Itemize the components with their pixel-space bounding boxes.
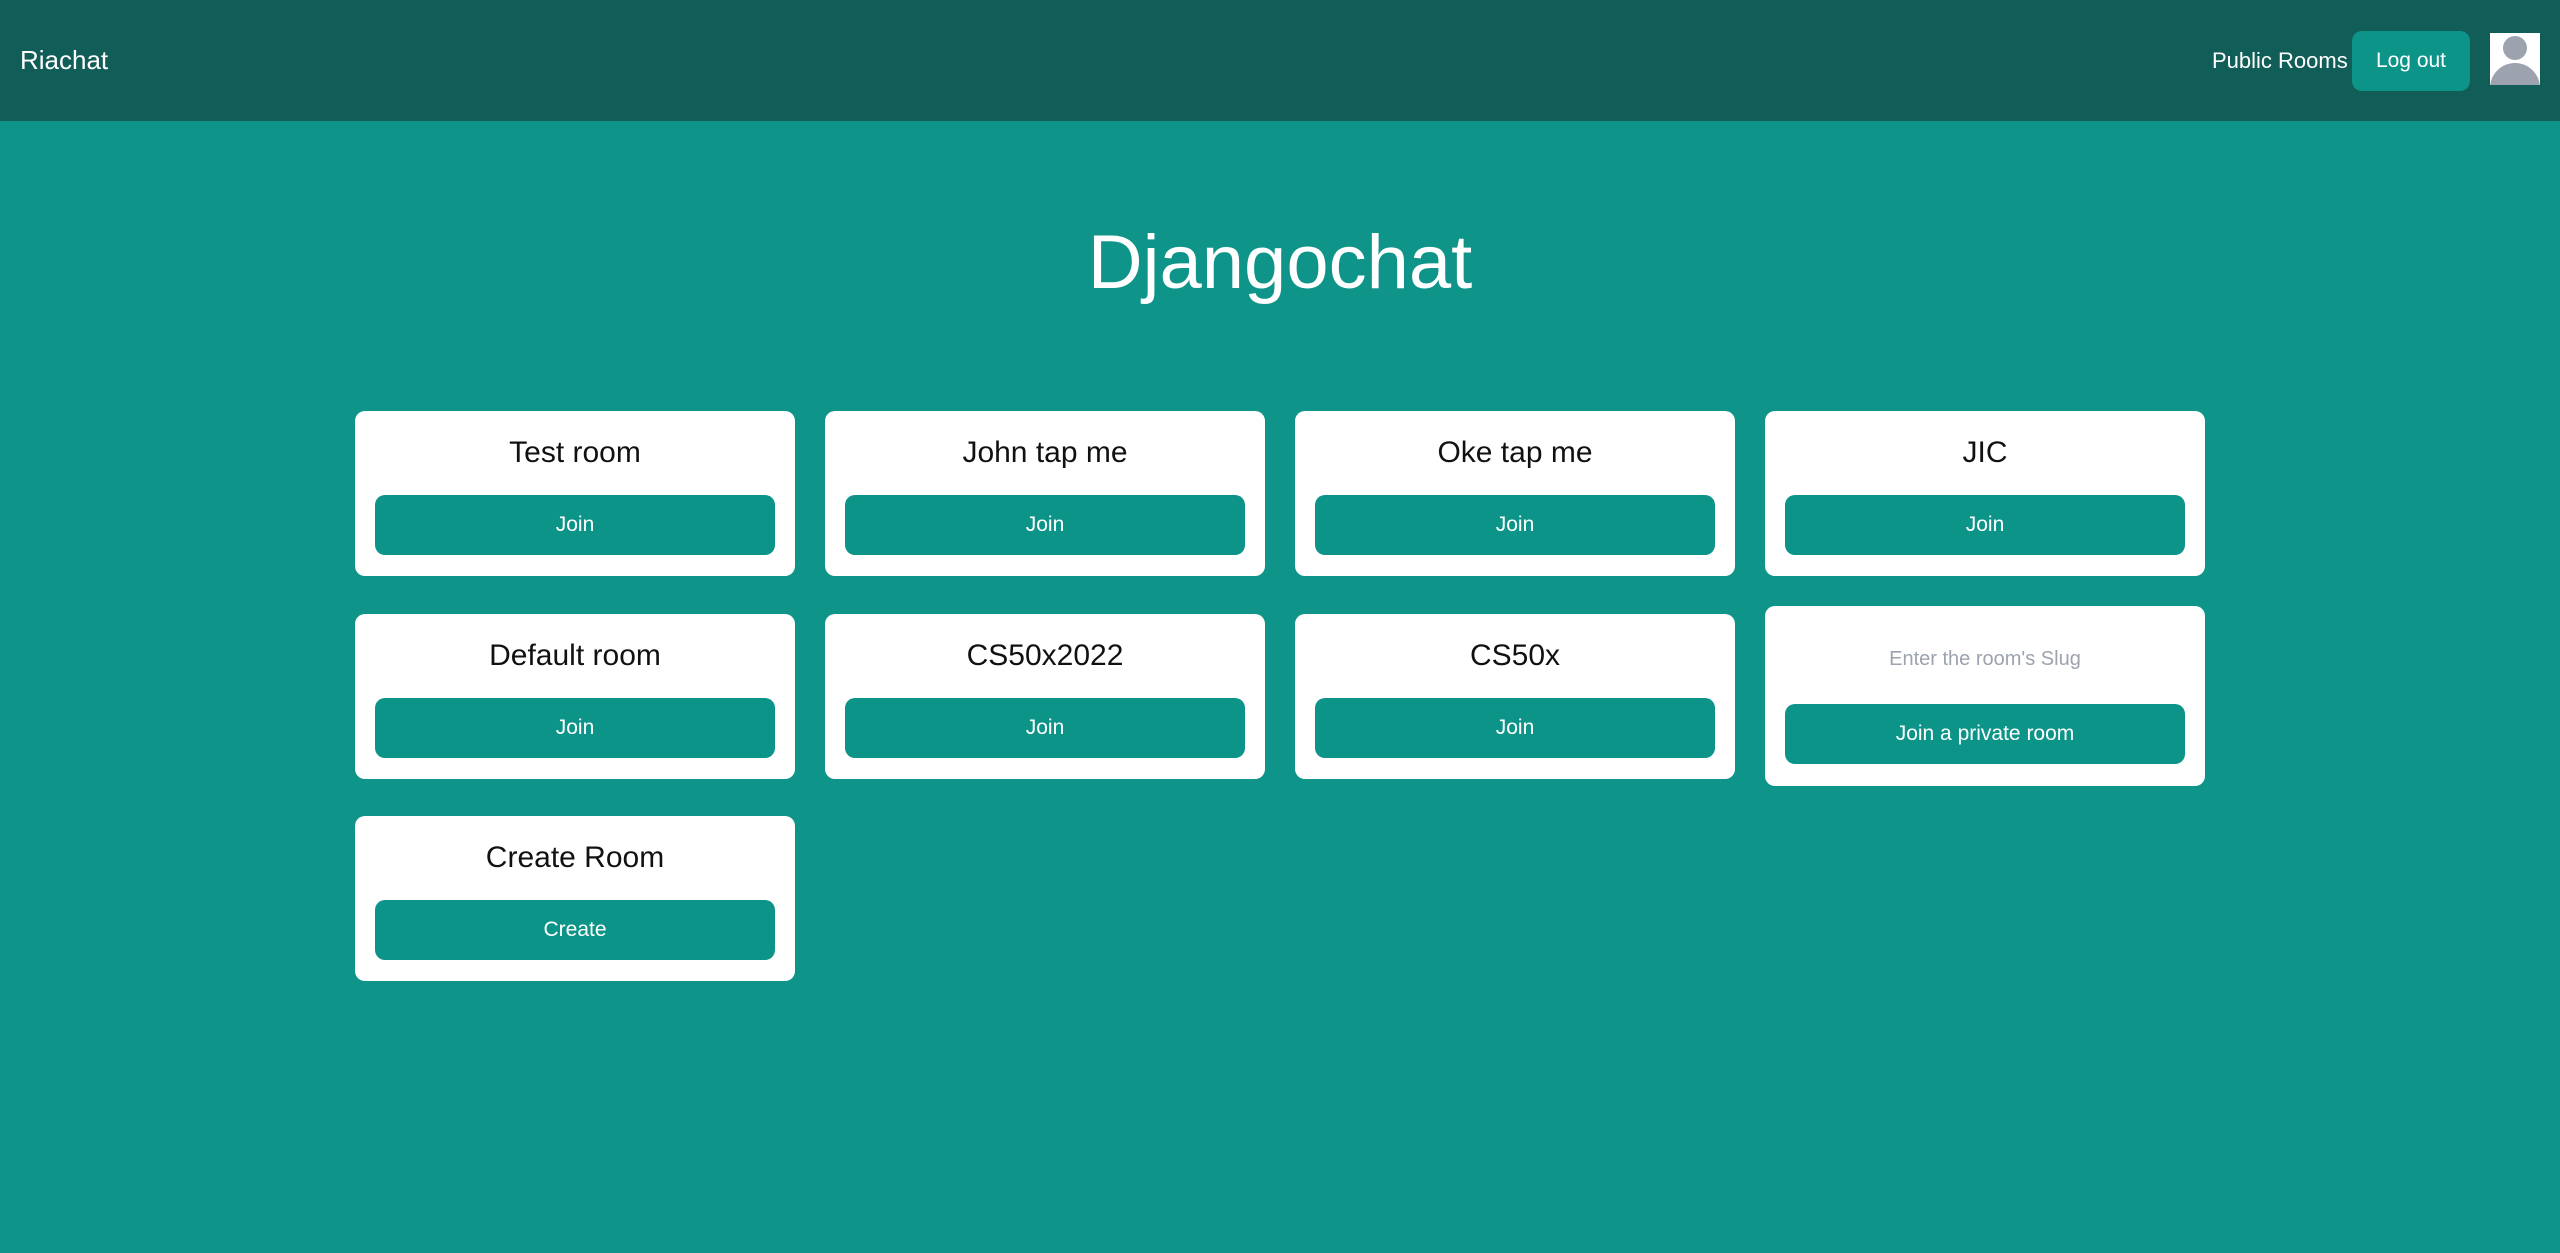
join-button[interactable]: Join — [845, 495, 1245, 555]
room-card: Test room Join — [355, 411, 795, 576]
page-title: Djangochat — [1087, 220, 1473, 305]
avatar-body-shape — [2490, 63, 2540, 85]
join-private-room-button[interactable]: Join a private room — [1785, 704, 2185, 764]
join-button[interactable]: Join — [375, 495, 775, 555]
room-name: CS50x2022 — [966, 639, 1124, 672]
room-card: CS50x Join — [1295, 614, 1735, 779]
create-room-title: Create Room — [485, 841, 665, 874]
room-card: CS50x2022 Join — [825, 614, 1265, 779]
create-room-card: Create Room Create — [355, 816, 795, 981]
room-name: CS50x — [1469, 639, 1561, 672]
create-button[interactable]: Create — [375, 900, 775, 960]
join-button[interactable]: Join — [845, 698, 1245, 758]
logout-button[interactable]: Log out — [2352, 31, 2470, 91]
room-name: JIC — [1962, 436, 2008, 469]
brand-link[interactable]: Riachat — [20, 0, 108, 121]
room-card: Default room Join — [355, 614, 795, 779]
room-slug-input[interactable] — [1785, 634, 2185, 684]
private-room-card: Join a private room — [1765, 606, 2205, 786]
avatar-head-shape — [2503, 36, 2527, 60]
room-card: John tap me Join — [825, 411, 1265, 576]
room-name: Test room — [509, 436, 641, 469]
room-card: JIC Join — [1765, 411, 2205, 576]
join-button[interactable]: Join — [1315, 698, 1715, 758]
room-name: Oke tap me — [1437, 436, 1593, 469]
join-button[interactable]: Join — [1785, 495, 2185, 555]
room-name: Default room — [489, 639, 661, 672]
join-button[interactable]: Join — [375, 698, 775, 758]
room-name: John tap me — [962, 436, 1128, 469]
public-rooms-link[interactable]: Public Rooms — [2212, 0, 2348, 121]
user-avatar-icon[interactable] — [2490, 33, 2540, 85]
room-card: Oke tap me Join — [1295, 411, 1735, 576]
join-button[interactable]: Join — [1315, 495, 1715, 555]
navbar: Riachat Public Rooms Log out — [0, 0, 2560, 121]
